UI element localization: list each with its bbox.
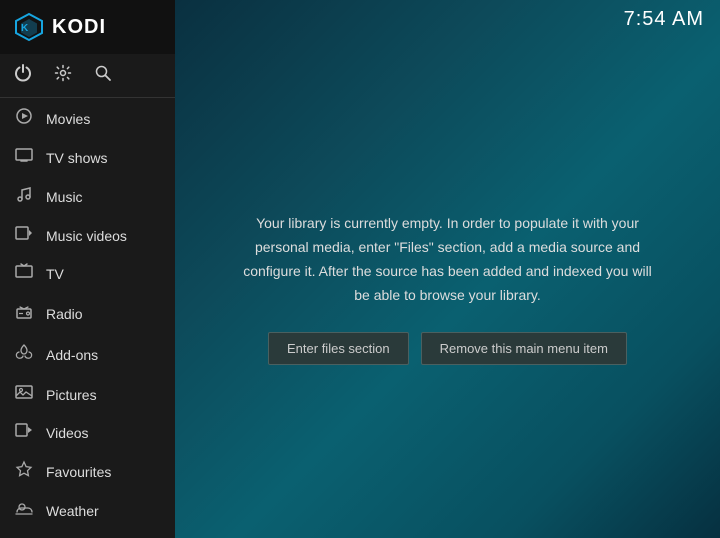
tvshows-icon [14,148,34,167]
app-title: KODI [52,16,106,39]
content-area: Your library is currently empty. In orde… [175,39,720,538]
pictures-label: Pictures [46,387,97,403]
videos-icon [14,423,34,442]
weather-icon [14,501,34,520]
sidebar-icon-bar [0,54,175,97]
sidebar: K KODI [0,0,175,538]
tv-icon [14,263,34,284]
time-display: 7:54 AM [624,8,704,31]
top-bar: 7:54 AM [175,0,720,39]
settings-button[interactable] [54,64,72,87]
music-videos-label: Music videos [46,228,127,244]
music-videos-icon [14,226,34,245]
sidebar-item-videos[interactable]: Videos [0,414,175,451]
enter-files-button[interactable]: Enter files section [268,332,409,365]
music-icon [14,185,34,208]
svg-text:K: K [21,23,29,34]
favourites-icon [14,460,34,483]
sidebar-item-weather[interactable]: Weather [0,492,175,529]
music-label: Music [46,189,83,205]
sidebar-item-music-videos[interactable]: Music videos [0,217,175,254]
sidebar-item-radio[interactable]: Radio [0,293,175,334]
pictures-icon [14,384,34,405]
power-button[interactable] [14,64,32,87]
action-buttons: Enter files section Remove this main men… [268,332,627,365]
kodi-logo-icon: K [14,12,44,42]
search-button[interactable] [94,64,112,87]
sidebar-item-pictures[interactable]: Pictures [0,375,175,414]
sidebar-header: K KODI [0,0,175,54]
movies-icon [14,107,34,130]
sidebar-item-tv[interactable]: TV [0,254,175,293]
tv-label: TV [46,266,64,282]
radio-label: Radio [46,306,83,322]
tvshows-label: TV shows [46,150,107,166]
sidebar-nav: Movies TV shows Music [0,98,175,538]
main-content: 7:54 AM Your library is currently empty.… [175,0,720,538]
weather-label: Weather [46,503,99,519]
sidebar-item-movies[interactable]: Movies [0,98,175,139]
addons-icon [14,343,34,366]
sidebar-item-tvshows[interactable]: TV shows [0,139,175,176]
sidebar-item-music[interactable]: Music [0,176,175,217]
sidebar-item-addons[interactable]: Add-ons [0,334,175,375]
addons-label: Add-ons [46,347,98,363]
movies-label: Movies [46,111,90,127]
radio-icon [14,302,34,325]
favourites-label: Favourites [46,464,111,480]
remove-menu-item-button[interactable]: Remove this main menu item [421,332,627,365]
empty-library-message: Your library is currently empty. In orde… [235,212,660,307]
sidebar-item-favourites[interactable]: Favourites [0,451,175,492]
videos-label: Videos [46,425,89,441]
